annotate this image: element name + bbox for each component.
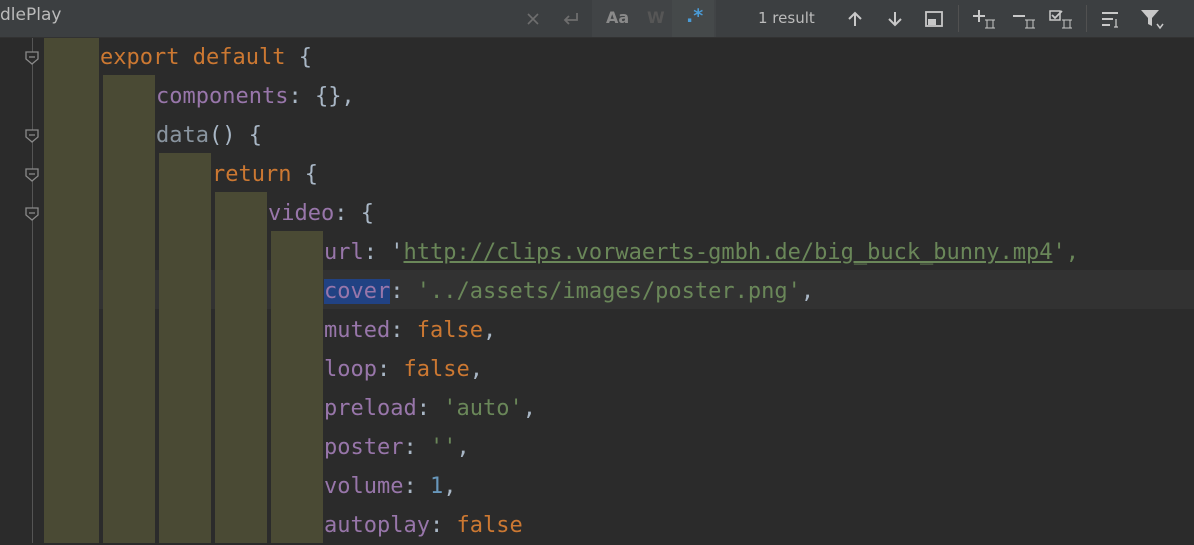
code-line: preload: 'auto', — [324, 396, 536, 421]
url-link[interactable]: http://clips.vorwaerts-gmbh.de/big_buck_… — [404, 240, 1053, 265]
indent-guide — [215, 192, 267, 543]
toolbar-separator — [958, 5, 959, 32]
code-line: volume: 1, — [324, 474, 457, 499]
clear-icon[interactable] — [522, 0, 544, 37]
code-line: loop: false, — [324, 357, 483, 382]
regex-toggle[interactable]: .* — [686, 5, 703, 27]
indent-guide — [271, 231, 323, 543]
code-line: url: 'http://clips.vorwaerts-gmbh.de/big… — [324, 240, 1080, 265]
whole-words-toggle[interactable]: W — [647, 8, 665, 27]
add-cursor-icon[interactable] — [969, 0, 999, 37]
filter-icon[interactable] — [1138, 0, 1166, 37]
code-editor[interactable]: export default { components: {}, data() … — [0, 38, 1194, 543]
fold-marker-icon[interactable] — [24, 128, 40, 144]
history-icon[interactable] — [558, 0, 584, 37]
fold-marker-icon[interactable] — [24, 206, 40, 222]
indent-guide — [103, 75, 155, 543]
fold-marker-icon[interactable] — [24, 50, 40, 66]
code-line: cover: '../assets/images/poster.png', — [324, 279, 815, 304]
search-input[interactable]: dlePlay — [0, 5, 61, 25]
show-filter-icon[interactable] — [1098, 0, 1124, 37]
code-line: export default { — [100, 45, 312, 70]
fold-marker-icon[interactable] — [24, 167, 40, 183]
remove-cursor-icon[interactable] — [1009, 0, 1039, 37]
code-line: muted: false, — [324, 318, 497, 343]
indent-guide — [44, 38, 99, 543]
arrow-down-icon[interactable] — [883, 0, 907, 37]
code-line: autoplay: false — [324, 513, 523, 538]
search-match-highlight: cover — [324, 279, 391, 304]
toolbar-separator — [1086, 5, 1087, 32]
select-all-occurrences-icon[interactable] — [1046, 0, 1076, 37]
match-case-toggle[interactable]: Aa — [606, 8, 629, 27]
code-line: poster: '', — [324, 435, 470, 460]
result-count: 1 result — [758, 9, 815, 27]
find-toolbar: dlePlay Aa W .* 1 result — [0, 0, 1194, 38]
indent-guide — [159, 153, 211, 543]
code-line: return { — [212, 162, 318, 187]
code-line: data() { — [156, 123, 262, 148]
open-in-window-icon[interactable] — [922, 0, 946, 37]
gutter — [32, 38, 33, 543]
code-line: components: {}, — [156, 84, 355, 109]
code-line: video: { — [268, 201, 374, 226]
arrow-up-icon[interactable] — [843, 0, 867, 37]
